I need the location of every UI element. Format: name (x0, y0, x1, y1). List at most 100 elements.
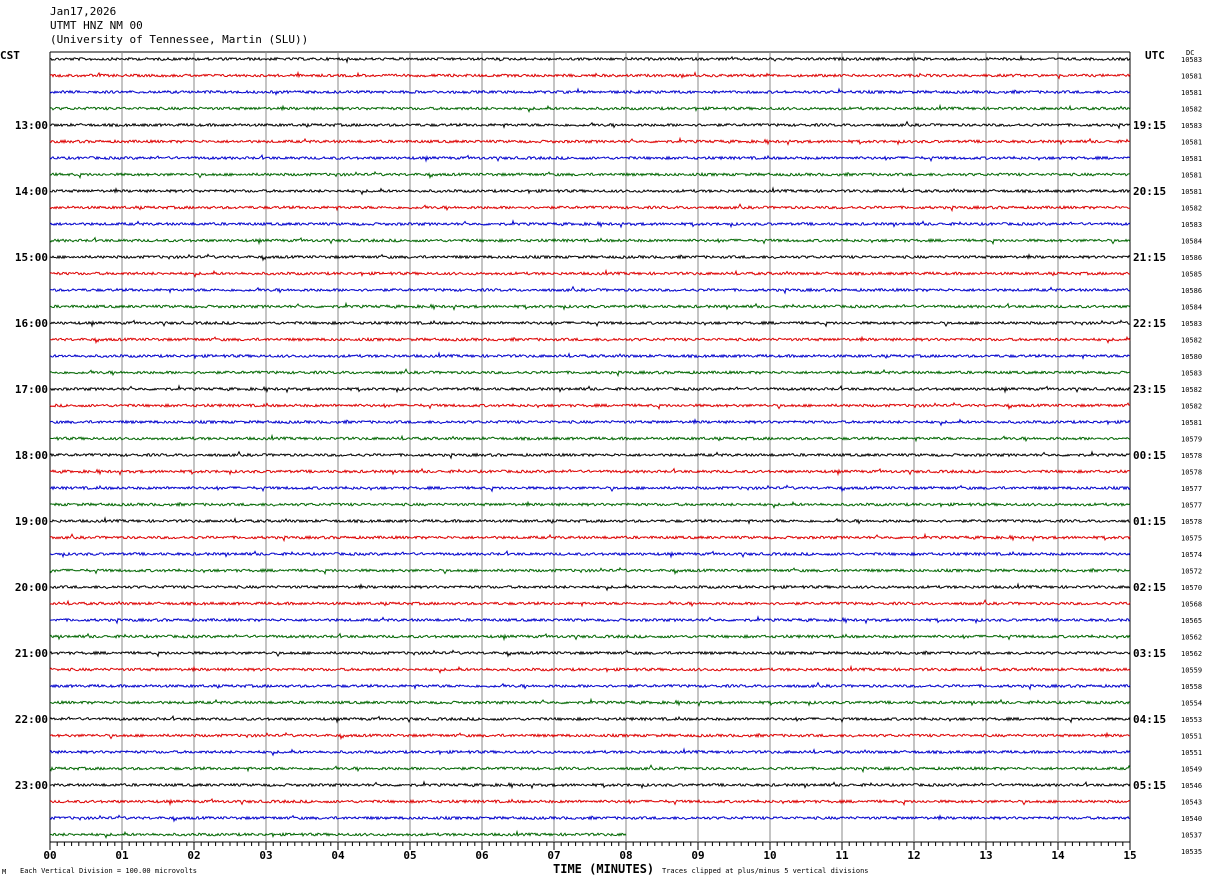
dc-offset-value: 10584 (1181, 304, 1202, 312)
cst-hour-label: 17:00 (15, 383, 48, 396)
dc-offset-value: 10577 (1181, 485, 1202, 493)
seismic-trace (49, 120, 1131, 130)
x-tick-label: 11 (835, 849, 849, 862)
seismic-trace (49, 450, 1131, 460)
seismic-trace (49, 532, 1131, 543)
seismic-trace (49, 516, 1131, 525)
dc-offset-value: 10575 (1181, 535, 1202, 543)
corner-mark: M (2, 868, 7, 876)
dc-offset-value: 10578 (1181, 452, 1202, 460)
seismic-trace (49, 418, 1131, 427)
dc-offset-value: 10585 (1181, 271, 1202, 279)
seismic-trace (49, 54, 1131, 64)
dc-offset-value: 10578 (1181, 518, 1202, 526)
dc-offset-value: 10581 (1181, 419, 1202, 427)
dc-offset-value: 10562 (1181, 634, 1202, 642)
seismic-trace (49, 649, 1131, 658)
x-tick-label: 12 (907, 849, 920, 862)
cst-hour-label: 13:00 (15, 119, 48, 132)
seismic-trace (49, 87, 1131, 96)
dc-offset-value: 10586 (1181, 254, 1202, 262)
x-tick-label: 02 (187, 849, 200, 862)
seismic-trace (49, 615, 1131, 625)
seismic-trace (49, 714, 1131, 724)
dc-offset-value: 10581 (1181, 155, 1202, 163)
dc-offset-value: 10579 (1181, 436, 1202, 444)
seismic-trace (49, 814, 1131, 823)
seismic-trace (49, 301, 1131, 311)
utc-hour-label: 02:15 (1133, 581, 1166, 594)
seismic-trace (49, 153, 1131, 163)
utc-hour-label: 20:15 (1133, 185, 1166, 198)
dc-offset-value: 10580 (1181, 353, 1202, 361)
seismic-trace (49, 780, 1131, 790)
seismic-trace (49, 70, 1131, 80)
seismic-trace (49, 136, 1131, 146)
dc-offset-value: 10549 (1181, 766, 1202, 774)
dc-offset-value: 10583 (1181, 320, 1202, 328)
x-tick-label: 09 (691, 849, 704, 862)
seismic-trace (49, 103, 1131, 113)
dc-offset-value: 10540 (1181, 815, 1202, 823)
x-tick-label: 06 (475, 849, 489, 862)
dc-offset-value: 10582 (1181, 403, 1202, 411)
scale-note: Each Vertical Division = 100.00 microvol… (20, 867, 198, 875)
x-tick-label: 08 (619, 849, 632, 862)
x-tick-label: 03 (259, 849, 272, 862)
seismic-trace (49, 500, 1131, 509)
seismic-trace (49, 582, 1131, 592)
seismic-trace (49, 599, 1131, 608)
utc-hour-label: 00:15 (1133, 449, 1166, 462)
seismic-trace (49, 731, 1131, 741)
seismic-trace (49, 681, 1131, 691)
seismic-trace (49, 433, 1131, 443)
seismic-trace (49, 186, 1131, 196)
dc-offset-value: 10572 (1181, 568, 1202, 576)
seismic-trace (49, 632, 1131, 642)
dc-offset-value: 10551 (1181, 749, 1202, 757)
dc-offset-value: 10584 (1181, 238, 1202, 246)
seismic-trace (49, 253, 1131, 262)
dc-offset-value: 10582 (1181, 386, 1202, 394)
seismic-trace (49, 484, 1131, 493)
seismic-trace (49, 319, 1131, 328)
dc-offset-value: 10581 (1181, 139, 1202, 147)
seismic-trace (49, 170, 1131, 180)
cst-hour-label: 16:00 (15, 317, 48, 330)
seismic-trace (49, 797, 1131, 807)
x-tick-label: 15 (1123, 849, 1136, 862)
dc-offset-value: 10583 (1181, 56, 1202, 64)
utc-hour-label: 22:15 (1133, 317, 1166, 330)
x-tick-label: 07 (547, 849, 560, 862)
seismic-trace (49, 401, 1131, 411)
seismic-trace (49, 747, 1131, 757)
dc-offset-value: 10565 (1181, 617, 1202, 625)
dc-offset-value: 10553 (1181, 716, 1202, 724)
x-tick-label: 04 (331, 849, 345, 862)
seismic-trace (49, 764, 1131, 774)
dc-offset-value: 10537 (1181, 832, 1202, 840)
utc-hour-label: 03:15 (1133, 647, 1166, 660)
seismic-trace (49, 203, 1131, 213)
dc-offset-value: 10583 (1181, 221, 1202, 229)
seismic-trace (49, 219, 1131, 229)
cst-hour-label: 20:00 (15, 581, 48, 594)
utc-hour-label: 21:15 (1133, 251, 1166, 264)
dc-offset-value: 10581 (1181, 172, 1202, 180)
seismic-trace (49, 697, 1131, 707)
dc-offset-value: 10535 (1181, 848, 1202, 856)
dc-offset-value: 10570 (1181, 584, 1202, 592)
utc-hour-label: 04:15 (1133, 713, 1166, 726)
seismic-trace (49, 549, 1131, 559)
seismic-trace (49, 467, 1131, 477)
cst-hour-label: 23:00 (15, 779, 48, 792)
seismic-trace (49, 664, 1131, 674)
dc-offset-value: 10582 (1181, 205, 1202, 213)
dc-offset-value: 10583 (1181, 122, 1202, 130)
cst-hour-label: 15:00 (15, 251, 48, 264)
x-tick-label: 14 (1051, 849, 1065, 862)
dc-offset-value: 10568 (1181, 601, 1202, 609)
x-tick-label: 13 (979, 849, 992, 862)
seismic-trace (49, 368, 1131, 378)
seismic-trace (49, 236, 1131, 246)
